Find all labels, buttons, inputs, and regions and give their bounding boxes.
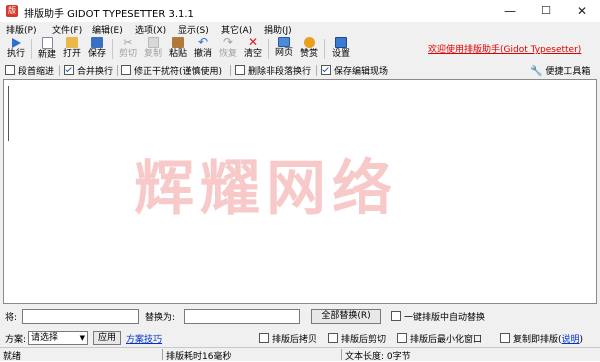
copy-icon	[147, 37, 159, 48]
option-separator	[117, 65, 118, 76]
minimize-after-typeset-label: 排版后最小化窗口	[410, 335, 483, 345]
settings-icon	[335, 37, 347, 48]
app-icon: 版	[6, 5, 18, 17]
save-edit-state-checkbox[interactable]: 保存编辑现场	[321, 64, 388, 77]
donate-button[interactable]: 赞赏	[296, 36, 322, 62]
new-file-icon	[41, 37, 53, 49]
fix-interference-checkbox[interactable]: 修正干扰符(谨慎使用)	[121, 64, 222, 77]
auto-replace-checkbox[interactable]: 一键排版中自动替换	[391, 310, 485, 323]
find-input[interactable]	[22, 309, 139, 324]
checkbox-box	[397, 333, 407, 343]
status-divider	[162, 349, 163, 360]
settings-label: 设置	[331, 49, 350, 59]
menu-typeset[interactable]: 排版(P)	[6, 23, 36, 36]
menu-file[interactable]: 文件(F)	[52, 23, 82, 36]
options-bar: 段首缩进 合并换行 修正干扰符(谨慎使用) 删除非段落换行 保存编辑现场 🔧 便…	[0, 62, 600, 78]
clear-icon: ✕	[247, 35, 259, 49]
checkbox-box	[5, 65, 15, 75]
help-paren-close: )	[579, 335, 584, 345]
option-separator	[316, 65, 317, 76]
cut-after-typeset-checkbox[interactable]: 排版后剪切	[328, 332, 386, 345]
status-time: 排版耗时16毫秒	[166, 352, 232, 362]
fix-interference-label: 修正干扰符(谨慎使用)	[134, 67, 223, 77]
chevron-down-icon: ▼	[79, 334, 85, 342]
cut-after-typeset-label: 排版后剪切	[341, 335, 387, 345]
status-divider	[341, 349, 342, 360]
redo-icon: ↷	[222, 35, 234, 49]
checkbox-box	[121, 65, 131, 75]
minimize-button[interactable]: —	[492, 0, 528, 22]
toolbox-button[interactable]: 🔧 便捷工具箱	[530, 64, 590, 77]
replace-all-button[interactable]: 全部替换(R)	[311, 309, 381, 324]
merge-lines-checkbox[interactable]: 合并换行	[64, 64, 113, 77]
replace-input[interactable]	[184, 309, 300, 324]
scheme-tips-link[interactable]: 方案技巧	[126, 332, 162, 345]
indent-paragraph-label: 段首缩进	[18, 67, 55, 77]
indent-paragraph-checkbox[interactable]: 段首缩进	[5, 64, 54, 77]
welcome-link[interactable]: 欢迎使用排版助手(Gidot Typesetter)	[428, 42, 581, 55]
remove-non-paragraph-breaks-checkbox[interactable]: 删除非段落换行	[235, 64, 311, 77]
help-link[interactable]: 说明	[562, 335, 580, 345]
scheme-label: 方案:	[5, 335, 27, 345]
typeset-on-copy-checkbox[interactable]: 复制即排版(说明)	[500, 332, 583, 345]
maximize-button[interactable]: ☐	[528, 0, 564, 22]
checkbox-box	[259, 333, 269, 343]
save-edit-state-label: 保存编辑现场	[334, 67, 389, 77]
toolbar: 执行 新建 打开 保存 ✂ 剪切 复制 粘贴 ↶ 撤消 ↷ 恢复 ✕ 清空 网页…	[0, 36, 600, 63]
play-icon	[11, 38, 21, 48]
execute-button[interactable]: 执行	[3, 36, 29, 62]
option-separator	[230, 65, 231, 76]
merge-lines-label: 合并换行	[77, 67, 114, 77]
checkbox-box	[321, 65, 331, 75]
undo-icon: ↶	[197, 35, 209, 49]
minimize-after-typeset-checkbox[interactable]: 排版后最小化窗口	[397, 332, 482, 345]
settings-button[interactable]: 设置	[328, 36, 354, 62]
open-folder-icon	[66, 37, 78, 48]
title-bar: 版 排版助手 GIDOT TYPESETTER 3.1.1 — ☐ ✕	[0, 0, 600, 22]
auto-replace-label: 一键排版中自动替换	[404, 313, 486, 323]
toolbox-label: 便捷工具箱	[545, 67, 591, 77]
watermark: 辉耀网络	[134, 154, 398, 224]
replace-with-label: 替换为:	[145, 313, 176, 323]
copy-after-typeset-label: 排版后拷贝	[272, 335, 318, 345]
save-button[interactable]: 保存	[84, 36, 110, 62]
clear-button[interactable]: ✕ 清空	[240, 36, 266, 62]
menu-edit[interactable]: 编辑(E)	[92, 23, 123, 36]
status-bar: 就绪 排版耗时16毫秒 文本长度: 0字节	[0, 347, 600, 362]
text-editor[interactable]: 辉耀网络	[3, 79, 597, 304]
paste-icon	[172, 37, 184, 48]
menu-options[interactable]: 选项(X)	[135, 23, 166, 36]
donate-icon	[303, 37, 315, 48]
find-label: 将:	[5, 313, 18, 323]
status-state: 就绪	[3, 352, 22, 362]
typeset-on-copy-label: 复制即排版	[513, 335, 559, 345]
remove-non-paragraph-breaks-label: 删除非段落换行	[248, 67, 312, 77]
checkbox-box	[235, 65, 245, 75]
close-button[interactable]: ✕	[564, 0, 600, 22]
web-icon	[278, 37, 290, 47]
checkbox-box	[328, 333, 338, 343]
option-separator	[59, 65, 60, 76]
replace-bar: 将: 替换为: 全部替换(R) 一键排版中自动替换	[0, 306, 600, 328]
save-icon	[91, 37, 103, 48]
copy-after-typeset-checkbox[interactable]: 排版后拷贝	[259, 332, 317, 345]
app-window: 版 排版助手 GIDOT TYPESETTER 3.1.1 — ☐ ✕ 排版(P…	[0, 0, 600, 362]
window-title: 排版助手 GIDOT TYPESETTER 3.1.1	[24, 9, 194, 20]
scheme-selected-value: 请选择	[31, 333, 59, 343]
wrench-icon: 🔧	[530, 66, 543, 77]
checkbox-box	[500, 333, 510, 343]
scheme-bar: 方案: 请选择 ▼ 应用 方案技巧 排版后拷贝 排版后剪切 排版后最小化窗口 复…	[0, 328, 600, 346]
scheme-select[interactable]: 请选择 ▼	[28, 331, 88, 345]
menu-bar: 排版(P) 文件(F) 编辑(E) 选项(X) 显示(S) 其它(A) 捐助(J…	[0, 22, 600, 36]
checkbox-box	[391, 311, 401, 321]
cut-icon: ✂	[123, 36, 133, 49]
menu-donate[interactable]: 捐助(J)	[264, 23, 292, 36]
status-length: 文本长度: 0字节	[345, 352, 411, 362]
apply-button[interactable]: 应用	[93, 331, 121, 345]
text-caret	[8, 86, 9, 141]
checkbox-box	[64, 65, 74, 75]
